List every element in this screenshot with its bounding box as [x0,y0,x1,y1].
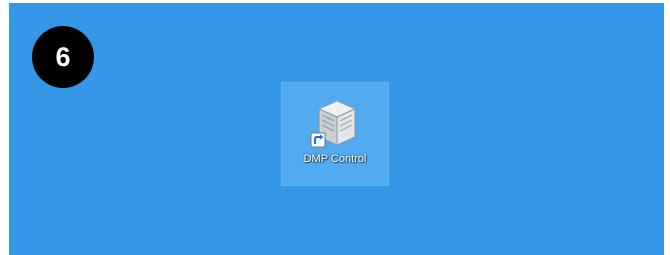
shortcut-arrow-icon [310,132,326,148]
dmp-control-app-icon [310,100,357,148]
step-number-badge: 6 [32,26,94,88]
dmp-control-desktop-shortcut[interactable]: DMP Control [281,82,389,186]
shortcut-label: DMP Control [303,153,367,165]
desktop-background: 6 DMP Control [9,3,664,255]
